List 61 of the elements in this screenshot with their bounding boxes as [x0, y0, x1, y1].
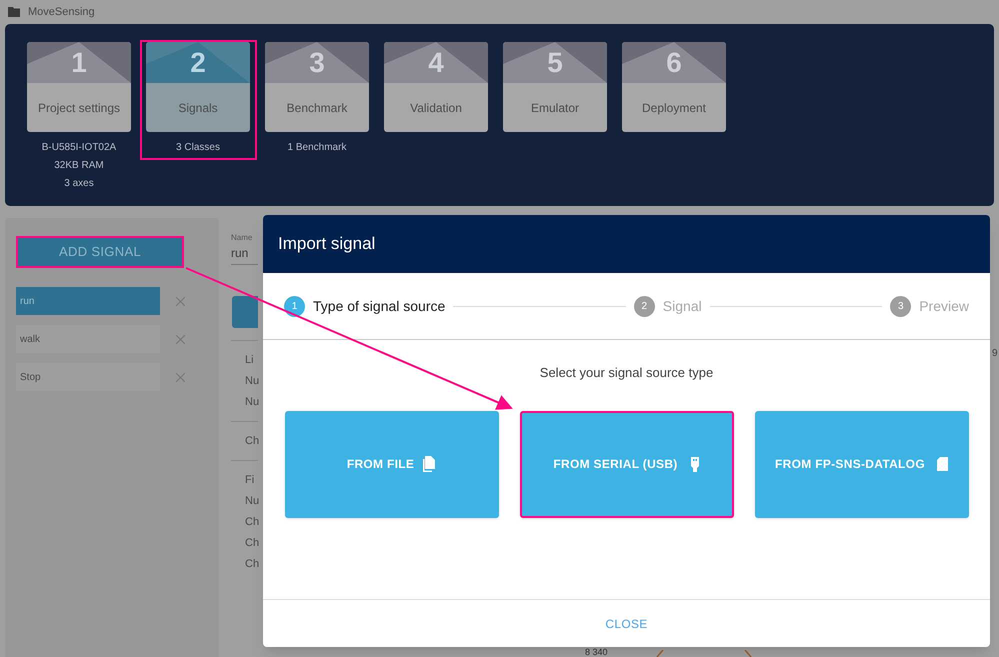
axis-tick-label: 8 340	[585, 648, 608, 657]
signal-item[interactable]: run	[16, 287, 160, 315]
step-detail: 3 Classes	[176, 141, 220, 155]
add-signal-button[interactable]: ADD SIGNAL	[16, 236, 184, 268]
partial-text: Ch	[245, 557, 258, 571]
step-card[interactable]: 1 Project settings	[27, 42, 131, 132]
step-card[interactable]: 5 Emulator	[503, 42, 607, 132]
step-detail: B-U585I-IOT02A	[42, 141, 116, 155]
partial-text: Nu	[245, 395, 258, 409]
step-number: 2	[190, 46, 206, 80]
step-card[interactable]: 3 Benchmark	[265, 42, 369, 132]
close-icon[interactable]	[176, 334, 185, 344]
partial-text: Nu	[245, 494, 258, 508]
step-label: Emulator	[530, 100, 580, 116]
step-number-badge: 3	[890, 296, 912, 316]
step-label: Type of signal source	[313, 296, 446, 316]
step-number-badge: 1	[284, 296, 305, 316]
source-button[interactable]: FROM SERIAL (USB)	[520, 410, 734, 518]
partial-text: Nu	[245, 374, 258, 388]
app-title: MoveSensing	[28, 4, 95, 20]
partial-text: Li	[245, 353, 255, 367]
source-button[interactable]: FROM FP-SNS-DATALOG	[754, 410, 968, 518]
step-detail: 32KB RAM	[54, 159, 104, 173]
signal-item[interactable]: Stop	[16, 363, 160, 391]
step-card[interactable]: 2 Signals	[146, 42, 250, 132]
step-number: 1	[71, 46, 87, 80]
step-label: Signal	[662, 296, 702, 316]
step-label: Project settings	[38, 100, 120, 116]
partial-text: Fi	[245, 473, 256, 487]
dialog-title: Import signal	[278, 233, 376, 256]
partial-text: Ch	[245, 515, 258, 529]
source-button[interactable]: FROM FILE	[284, 410, 498, 518]
step-number-badge: 2	[634, 296, 655, 316]
signal-item[interactable]: walk	[16, 325, 160, 353]
chart-label: 9	[992, 347, 998, 361]
step-number: 3	[309, 46, 325, 80]
step-label: Deployment	[642, 100, 706, 116]
field-label: Name	[231, 232, 254, 244]
prompt-text: Select your signal source type	[540, 364, 714, 382]
partial-text: Ch	[245, 536, 258, 550]
step-label: Signals	[178, 100, 218, 116]
step-label: Benchmark	[286, 100, 348, 116]
folder-icon	[8, 7, 20, 17]
files-icon	[422, 456, 436, 472]
step-detail: 1 Benchmark	[288, 141, 346, 155]
step-number: 6	[666, 46, 682, 80]
partial-text: Ch	[245, 434, 258, 448]
step-number: 5	[547, 46, 563, 80]
sd-card-icon	[936, 457, 948, 471]
step-card[interactable]: 4 Validation	[384, 42, 488, 132]
step-card[interactable]: 6 Deployment	[622, 42, 726, 132]
name-value: run	[231, 244, 258, 265]
action-button[interactable]	[232, 296, 258, 328]
step-number: 4	[428, 46, 444, 80]
close-icon[interactable]	[176, 372, 185, 382]
usb-plug-icon	[690, 456, 700, 472]
step-label: Validation	[410, 100, 462, 116]
step-detail: 3 axes	[64, 177, 94, 191]
close-icon[interactable]	[176, 296, 185, 306]
step-label: Preview	[919, 296, 970, 316]
close-button[interactable]: CLOSE	[605, 614, 648, 632]
